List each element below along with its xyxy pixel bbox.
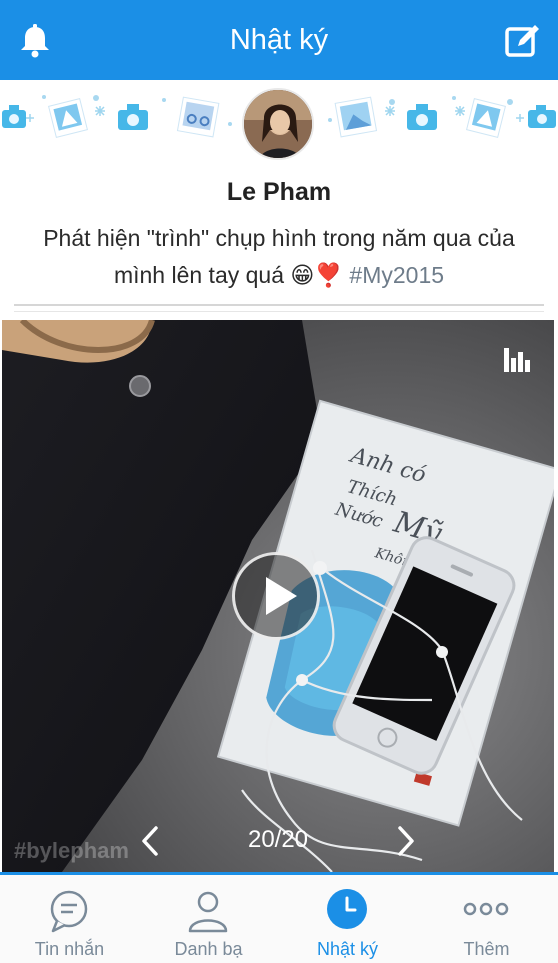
compose-icon[interactable] bbox=[504, 22, 542, 60]
clock-icon bbox=[327, 889, 367, 929]
page-title: Nhật ký bbox=[229, 24, 329, 56]
play-icon bbox=[266, 577, 297, 615]
post-author[interactable]: Le Pham bbox=[0, 178, 558, 207]
more-dots-icon bbox=[463, 902, 509, 916]
bottom-tab-bar: Tin nhắn Danh bạ Nhật ký Thêm bbox=[0, 875, 558, 963]
photo-watermark: #bylepham bbox=[14, 838, 129, 863]
divider bbox=[14, 311, 544, 312]
tab-label: Danh bạ bbox=[174, 939, 243, 959]
play-button[interactable] bbox=[232, 552, 320, 640]
tab-label: Thêm bbox=[463, 939, 510, 959]
post-photo[interactable]: Anh có Thích Nước Mỹ Không 20/20 #byleph… bbox=[2, 320, 554, 872]
tab-messages[interactable]: Tin nhắn bbox=[0, 875, 139, 963]
stats-bars-icon[interactable] bbox=[503, 346, 531, 372]
tab-contacts[interactable]: Danh bạ bbox=[139, 875, 278, 963]
app-header: Nhật ký bbox=[0, 0, 558, 80]
chat-bubble-icon bbox=[50, 890, 88, 933]
hashtag-link[interactable]: #My2015 bbox=[349, 262, 444, 288]
tab-label: Nhật ký bbox=[316, 939, 379, 959]
contact-person-icon bbox=[188, 891, 228, 933]
tab-more[interactable]: Thêm bbox=[417, 875, 556, 963]
post-caption: Phát hiện "trình" chụp hình trong năm qu… bbox=[20, 220, 538, 294]
camera-deco-icon bbox=[2, 105, 26, 128]
tab-label: Tin nhắn bbox=[34, 939, 105, 959]
chevron-right-icon[interactable] bbox=[394, 824, 418, 858]
tab-timeline[interactable]: Nhật ký bbox=[278, 875, 417, 963]
avatar[interactable] bbox=[242, 88, 314, 160]
caption-text: Phát hiện "trình" chụp hình trong năm qu… bbox=[43, 225, 515, 288]
divider bbox=[14, 304, 544, 306]
